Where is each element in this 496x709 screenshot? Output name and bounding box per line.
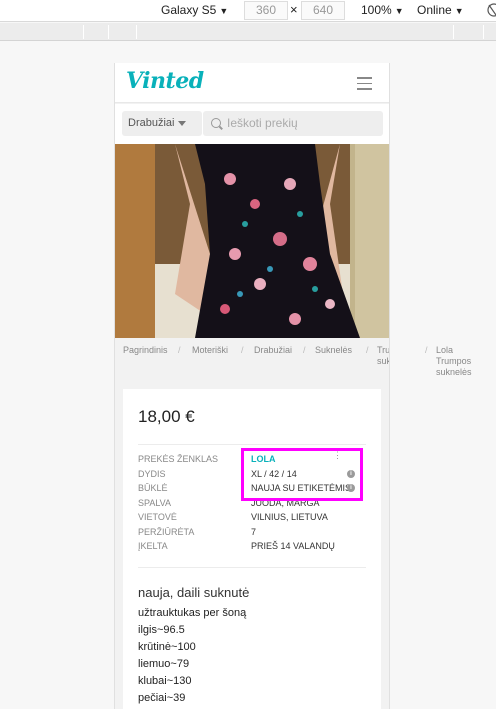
breadcrumb-item[interactable]: Suknelės [315, 345, 352, 356]
detail-label: ĮKELTA [138, 541, 168, 551]
detail-label: DYDIS [138, 468, 166, 479]
dropdown-arrow-icon: ▼ [454, 6, 464, 16]
breadcrumb-item[interactable]: Trumpos suknelės [377, 345, 390, 367]
breadcrumb-line: Lola [436, 345, 454, 355]
category-dropdown[interactable]: Drabužiai [122, 111, 202, 136]
media-query-bar [0, 23, 496, 41]
site-header: Vinted [115, 63, 389, 103]
detail-value: PRIEŠ 14 VALANDŲ [251, 541, 335, 551]
detail-label: SPALVA [138, 497, 172, 508]
height-input[interactable]: 640 [301, 1, 345, 20]
description-line: klubai~130 [138, 675, 192, 687]
detail-value: 7 [251, 526, 257, 537]
description-line: užtrauktukas per šoną [138, 607, 247, 619]
search-placeholder: Ieškoti prekių [227, 116, 298, 130]
breadcrumb-item[interactable]: Moteriški [192, 345, 228, 356]
detail-label: PREKĖS ŽENKLAS [138, 454, 219, 464]
search-input[interactable]: Ieškoti prekių [203, 111, 383, 136]
vinted-logo[interactable]: Vinted [126, 68, 204, 94]
device-name: Galaxy S5 [161, 3, 217, 17]
product-price: 18,00 € [138, 407, 195, 426]
breadcrumb-item[interactable]: Drabužiai [254, 345, 292, 356]
search-icon [211, 118, 221, 128]
detail-label: VIETOVĖ [138, 512, 177, 522]
breadcrumb-item[interactable]: Pagrindinis [123, 345, 168, 356]
description-line: liemuo~79 [138, 658, 190, 670]
breadcrumb-separator: / [425, 345, 428, 355]
divider [138, 567, 366, 568]
detail-label: PERŽIŪRĖTA [138, 526, 195, 537]
product-card: 18,00 € PREKĖS ŽENKLAS LOLA ⋮ DYDIS XL /… [123, 389, 381, 709]
detail-label: BŪKLĖ [138, 483, 168, 493]
description-line: pečiai~39 [138, 692, 186, 704]
breadcrumb-item-overflow[interactable]: Lola Trumpos suknelės [436, 345, 472, 378]
device-select[interactable]: Galaxy S5 ▼ [161, 3, 228, 18]
description-line: ilgis~96.5 [138, 624, 185, 636]
dropdown-arrow-icon: ▼ [219, 6, 229, 16]
breadcrumb-line: Trumpos [436, 356, 472, 366]
zoom-select[interactable]: 100% ▼ [361, 3, 404, 18]
network-select[interactable]: Online ▼ [417, 3, 464, 18]
dropdown-arrow-icon: ▼ [394, 6, 404, 16]
category-label: Drabužiai [128, 117, 175, 129]
hamburger-menu-icon[interactable] [357, 77, 372, 90]
product-photo[interactable] [115, 144, 389, 338]
divider [138, 444, 366, 445]
dimension-separator: × [290, 2, 298, 17]
breadcrumb: Pagrindinis / Moteriški / Drabužiai / Su… [115, 345, 389, 385]
no-throttling-icon[interactable] [486, 3, 496, 17]
highlight-box [241, 448, 363, 501]
device-viewport: Vinted Drabužiai Ieškoti prekių Pagrindi… [114, 63, 390, 709]
detail-value: VILNIUS, LIETUVA [251, 512, 328, 522]
devtools-toolbar: Galaxy S5 ▼ 360 × 640 100% ▼ Online ▼ [0, 0, 496, 22]
breadcrumb-line: suknelės [436, 367, 472, 377]
width-input[interactable]: 360 [244, 1, 288, 20]
breadcrumb-line: Trumpos [377, 345, 390, 355]
description-line: krūtinė~100 [138, 641, 196, 653]
breadcrumb-line: suknelės [377, 356, 389, 366]
product-description: užtrauktukas per šoną ilgis~96.5 krūtinė… [138, 605, 246, 707]
network-value: Online [417, 3, 452, 17]
chevron-down-icon [178, 120, 187, 126]
product-title: nauja, daili suknutė [138, 585, 250, 600]
search-bar: Drabužiai Ieškoti prekių [115, 104, 389, 144]
zoom-value: 100% [361, 3, 392, 17]
